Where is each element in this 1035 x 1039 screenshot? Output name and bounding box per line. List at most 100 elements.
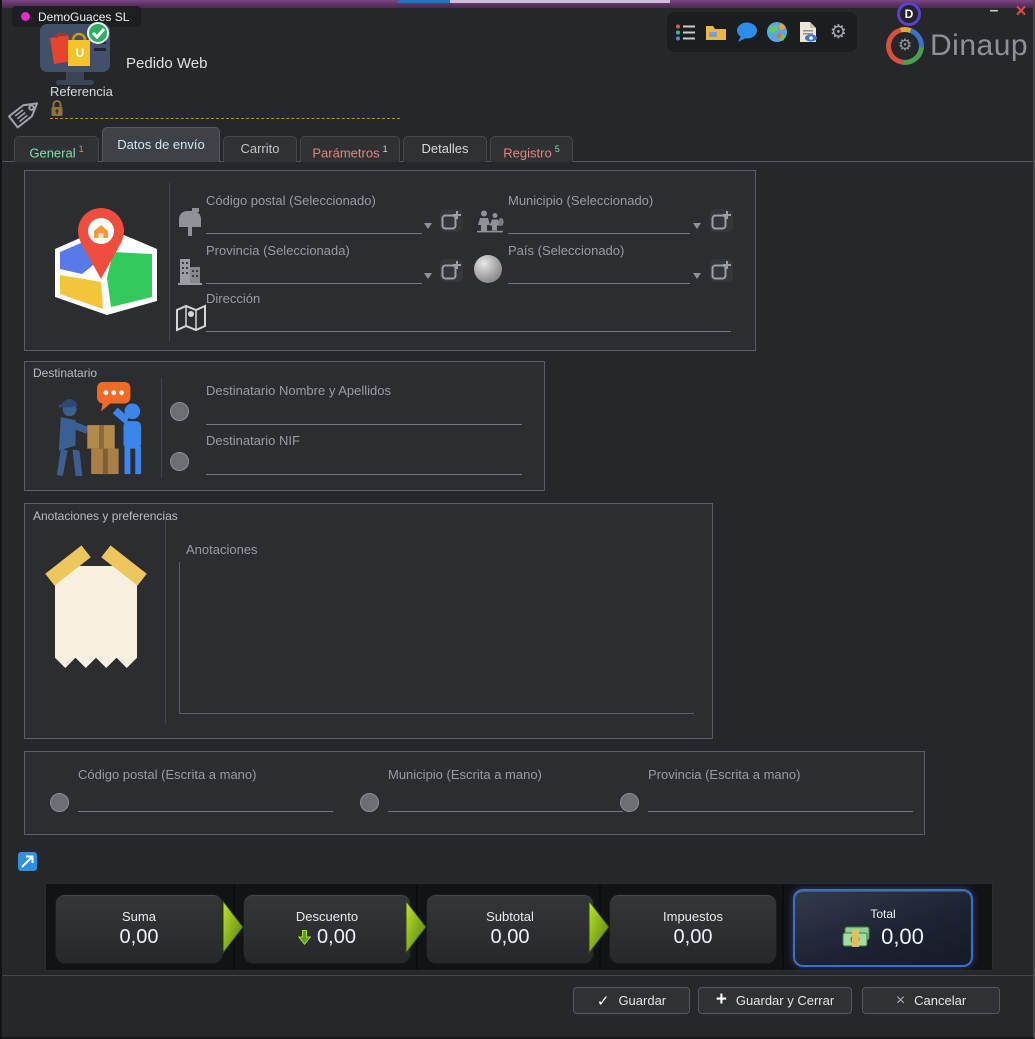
descuento-label: Descuento [296, 909, 358, 924]
tab-badge: 1 [79, 144, 84, 154]
open-external-icon[interactable] [18, 852, 37, 876]
footer-divider [2, 975, 1035, 976]
titlebar-accent [2, 0, 1033, 8]
globe-sphere-icon [474, 255, 502, 283]
flow-arrow-icon [405, 898, 427, 961]
x-icon: × [896, 993, 905, 1009]
municipio-manual-radio[interactable] [360, 793, 379, 812]
note-paper [55, 566, 137, 668]
down-arrow-icon [298, 930, 311, 945]
manual-address-section: Código postal (Escrita a mano) Municipio… [24, 751, 925, 835]
municipio-icon [476, 209, 504, 238]
codigo-postal-dropdown-icon[interactable] [424, 223, 432, 229]
close-button[interactable]: × [1010, 1, 1032, 23]
subtotal-value: 0,00 [491, 926, 530, 949]
provincia-manual-radio[interactable] [620, 793, 639, 812]
document-view-icon[interactable] [796, 20, 820, 44]
mailbox-icon [177, 207, 203, 242]
total-card: Total 0,00 [793, 889, 973, 967]
referencia-input[interactable] [50, 100, 400, 119]
folded-map-icon [175, 303, 207, 338]
brand-logo: ⚙ Dinaup [886, 27, 1028, 65]
pais-sel-input[interactable] [508, 261, 690, 284]
tab-badge: 5 [555, 144, 560, 154]
guardar-button[interactable]: ✓ Guardar [573, 987, 690, 1014]
codigo-postal-manual-input[interactable] [78, 789, 333, 812]
tab-carrito[interactable]: Carrito [223, 136, 297, 162]
app-window: DemoGuaces SL ⚙ D – × ⚙ Dinaup [0, 0, 1035, 1039]
codigo-postal-add-button[interactable] [440, 209, 463, 232]
flow-arrow-icon [588, 898, 610, 961]
provincia-sel-label: Provincia (Seleccionada) [206, 243, 350, 258]
provincia-dropdown-icon[interactable] [424, 273, 432, 279]
direccion-input[interactable] [206, 309, 731, 332]
titlebar-progress-blue [398, 0, 450, 3]
provincia-manual-input[interactable] [648, 789, 913, 812]
tab-badge: 1 [383, 144, 388, 154]
destinatario-nombre-input[interactable] [206, 402, 522, 425]
impuestos-label: Impuestos [663, 909, 723, 924]
descuento-card: Descuento 0,00 [243, 894, 411, 964]
titlebar-progress-light [450, 0, 670, 3]
totals-bar: Suma 0,00 Descuento 0,00 Subtotal 0,00 I… [45, 883, 993, 971]
map-pin-illustration [49, 197, 163, 322]
chat-icon[interactable] [735, 20, 759, 44]
anotaciones-textarea[interactable] [179, 562, 694, 714]
guardar-y-cerrar-button[interactable]: + Guardar y Cerrar [698, 987, 852, 1014]
tab-parametros[interactable]: Parámetros1 [300, 136, 400, 162]
municipio-manual-input[interactable] [388, 789, 623, 812]
direccion-label: Dirección [206, 291, 260, 306]
anotaciones-legend: Anotaciones y preferencias [33, 509, 178, 523]
page-title: Pedido Web [126, 55, 207, 72]
totals-cell-divider [782, 884, 784, 970]
codigo-postal-sel-label: Código postal (Seleccionado) [206, 193, 376, 208]
section-divider [165, 520, 166, 724]
account-badge[interactable]: D [897, 2, 921, 26]
minimize-button[interactable]: – [984, 2, 1004, 20]
destinatario-nombre-radio[interactable] [170, 402, 189, 421]
pais-sel-label: País (Seleccionado) [508, 243, 624, 258]
quick-toolbar: ⚙ [667, 12, 857, 52]
pais-add-button[interactable] [710, 259, 733, 282]
status-dot-icon [21, 12, 30, 21]
impuestos-value: 0,00 [674, 926, 713, 949]
destinatario-section: Destinatario [24, 361, 545, 491]
pais-dropdown-icon[interactable] [693, 273, 701, 279]
descuento-value: 0,00 [298, 926, 356, 949]
provincia-sel-input[interactable] [206, 261, 422, 284]
tab-registro[interactable]: Registro5 [490, 136, 573, 162]
check-icon: ✓ [597, 992, 610, 1010]
brand-name: Dinaup [930, 29, 1028, 63]
shipping-address-section: Código postal (Seleccionado) Municipio (… [24, 170, 756, 351]
codigo-postal-manual-radio[interactable] [50, 793, 69, 812]
total-value: 0,00 [842, 924, 924, 950]
municipio-sel-input[interactable] [508, 211, 690, 234]
municipio-add-button[interactable] [710, 209, 733, 232]
referencia-label: Referencia [50, 84, 113, 99]
suma-label: Suma [122, 909, 156, 924]
globe-icon[interactable] [765, 20, 789, 44]
codigo-postal-manual-label: Código postal (Escrita a mano) [78, 767, 256, 782]
building-icon [177, 255, 203, 290]
destinatario-nif-radio[interactable] [170, 452, 189, 471]
impuestos-card: Impuestos 0,00 [609, 894, 777, 964]
destinatario-nif-input[interactable] [206, 452, 522, 475]
folder-icon[interactable] [704, 20, 728, 44]
money-icon [842, 926, 872, 948]
cancelar-button[interactable]: × Cancelar [862, 987, 1000, 1014]
tab-bar: General1 Datos de envío Carrito Parámetr… [14, 127, 573, 162]
suma-value: 0,00 [120, 926, 159, 949]
municipio-dropdown-icon[interactable] [693, 223, 701, 229]
municipio-sel-label: Municipio (Seleccionado) [508, 193, 653, 208]
settings-gear-icon[interactable]: ⚙ [826, 20, 850, 44]
tab-detalles[interactable]: Detalles [403, 136, 487, 162]
tab-datos-de-envio[interactable]: Datos de envío [102, 127, 220, 162]
municipio-manual-label: Municipio (Escrita a mano) [388, 767, 542, 782]
codigo-postal-sel-input[interactable] [206, 211, 422, 234]
anotaciones-section: Anotaciones y preferencias Anotaciones [24, 503, 713, 739]
tab-general[interactable]: General1 [14, 136, 99, 162]
provincia-manual-label: Provincia (Escrita a mano) [648, 767, 800, 782]
provincia-add-button[interactable] [440, 259, 463, 282]
list-icon[interactable] [674, 20, 698, 44]
anotaciones-label: Anotaciones [186, 542, 258, 557]
